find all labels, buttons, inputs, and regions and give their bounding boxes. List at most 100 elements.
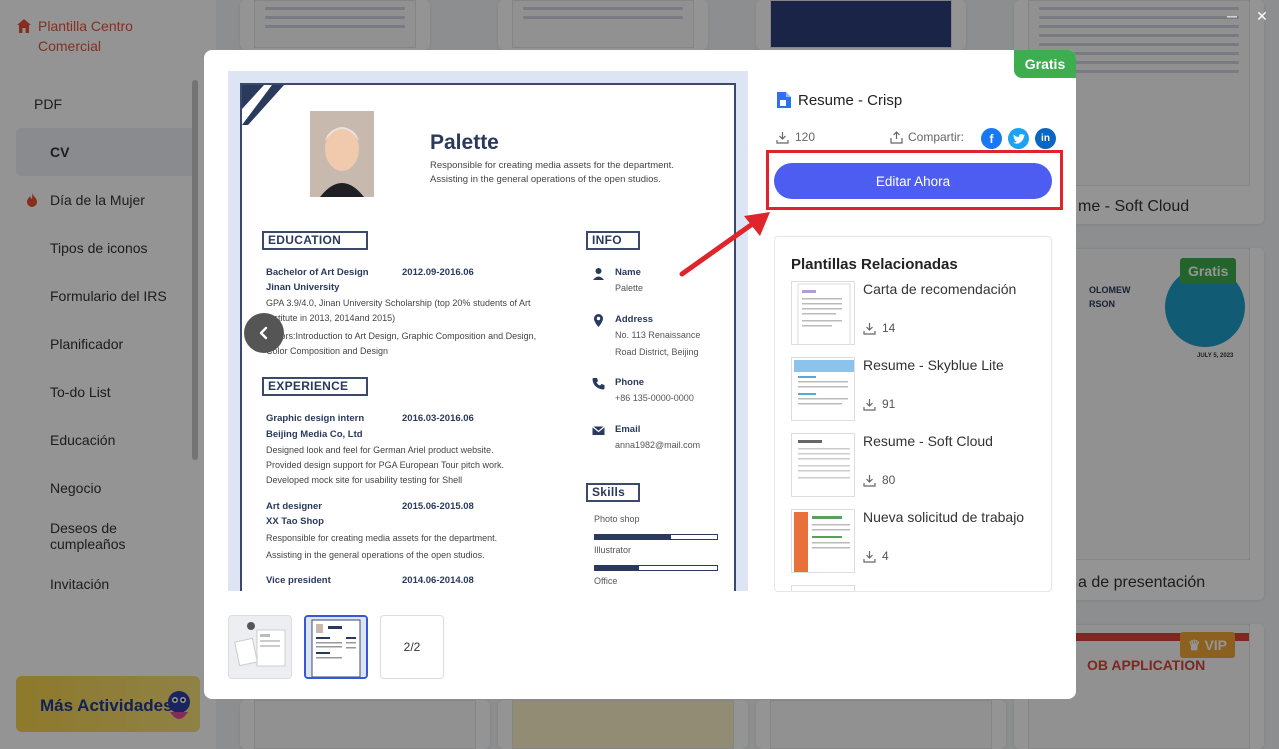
download-icon: [776, 131, 789, 144]
skill-bar-fill: [595, 566, 639, 570]
info-email-value: anna1982@mail.com: [615, 440, 701, 450]
exp2-dates: 2015.06-2015.08: [402, 501, 474, 512]
related-count-value: 4: [882, 549, 889, 563]
location-icon: [594, 314, 603, 327]
related-thumbnail: [791, 281, 855, 345]
app-root: Plantilla Centro Comercial PDF CV Día de…: [0, 0, 1279, 749]
phone-icon: [592, 378, 605, 390]
exp1-details: Designed look and feel for German Ariel …: [266, 443, 566, 488]
window-close-icon[interactable]: ✕: [1252, 8, 1272, 25]
skill-bar: [594, 534, 718, 540]
exp2-details: Responsible for creating media assets fo…: [266, 531, 566, 563]
education-heading: EDUCATION: [262, 231, 368, 250]
exp2-company: XX Tao Shop: [266, 516, 324, 527]
exp3-dates: 2014.06-2014.08: [402, 575, 474, 586]
exp1-title: Graphic design intern: [266, 413, 365, 424]
experience-heading: EXPERIENCE: [262, 377, 368, 396]
exp1-company: Beijing Media Co, Ltd: [266, 429, 363, 440]
facebook-icon[interactable]: f: [981, 128, 1002, 149]
related-item[interactable]: Resume - Soft Cloud 80: [791, 433, 1041, 497]
related-title: Plantillas Relacionadas: [791, 256, 958, 273]
previous-button[interactable]: [244, 313, 284, 353]
edu-line: Majors:Introduction to Art Design, Graph…: [266, 331, 537, 341]
related-name: Carta de recomendación: [863, 281, 1017, 297]
info-phone-value: +86 135-0000-0000: [615, 393, 694, 403]
related-thumbnail: [791, 433, 855, 497]
template-header: Resume - Crisp: [776, 91, 902, 109]
resume-summary-line: Responsible for creating media assets fo…: [430, 160, 674, 171]
skill-name: Photo shop: [594, 514, 640, 524]
red-arrow-icon: [679, 212, 770, 277]
related-count-value: 14: [882, 321, 896, 335]
edu-line: GPA 3.9/4.0, Jinan University Scholarshi…: [266, 298, 531, 308]
exp-line: Designed look and feel for German Ariel …: [266, 445, 494, 455]
info-name-label: Name: [615, 267, 641, 278]
minimize-icon[interactable]: ─: [1222, 8, 1242, 24]
edu-line: Color Composition and Design: [266, 346, 389, 356]
info-heading: INFO: [586, 231, 640, 250]
exp1-dates: 2016.03-2016.06: [402, 413, 474, 424]
highlight-box: [766, 150, 1063, 210]
related-item[interactable]: [791, 585, 1041, 591]
thumbnail-page-2[interactable]: [304, 615, 368, 679]
related-item[interactable]: Carta de recomendación 14: [791, 281, 1041, 345]
info-name-value: Palette: [615, 283, 644, 293]
document-icon: [777, 92, 791, 108]
skill-name: Illustrator: [594, 545, 632, 555]
close-icon[interactable]: [886, 53, 906, 73]
profile-photo: [310, 111, 374, 197]
chevron-left-icon: [259, 326, 268, 340]
corner-decoration-icon: [242, 85, 284, 125]
twitter-icon[interactable]: [1008, 128, 1029, 149]
download-icon: [863, 398, 876, 411]
skill-name: Office: [594, 576, 618, 586]
info-address-label: Address: [615, 314, 654, 325]
exp-line: Developed mock site for usability testin…: [266, 475, 463, 485]
thumbnail-page-1[interactable]: [228, 615, 292, 679]
related-count: 4: [863, 549, 889, 563]
page-indicator[interactable]: 2/2: [380, 615, 444, 679]
related-name: Resume - Soft Cloud: [863, 433, 993, 449]
download-icon: [863, 550, 876, 563]
download-icon: [863, 474, 876, 487]
linkedin-icon[interactable]: in: [1035, 128, 1056, 149]
related-count: 14: [863, 321, 895, 335]
info-email-label: Email: [615, 424, 641, 435]
info-address-value: No. 113 Renaissance Road District, Beiji…: [615, 327, 700, 361]
share-label: Compartir:: [908, 130, 965, 144]
exp3-title: Vice president: [266, 575, 331, 586]
info-phone-label: Phone: [615, 377, 645, 388]
related-item[interactable]: Resume - Skyblue Lite 91: [791, 357, 1041, 421]
related-count-value: 91: [882, 397, 896, 411]
related-item[interactable]: Nueva solicitud de trabajo 4: [791, 509, 1041, 573]
related-name: Nueva solicitud de trabajo: [863, 509, 1025, 525]
related-thumbnail: [791, 357, 855, 421]
skill-bar-fill: [595, 535, 671, 539]
download-count: 120: [776, 130, 815, 144]
exp-line: Responsible for creating media assets fo…: [266, 533, 498, 543]
related-name: Resume - Skyblue Lite: [863, 357, 1004, 373]
resume-summary: Responsible for creating media assets fo…: [430, 159, 690, 187]
edu-details: GPA 3.9/4.0, Jinan University Scholarshi…: [266, 296, 566, 359]
template-preview-modal: Palette Responsible for creating media a…: [204, 50, 1076, 699]
share-section: Compartir:: [890, 130, 964, 144]
related-templates-panel: Plantillas Relacionadas Carta de recomen…: [774, 236, 1052, 592]
exp-line: Assisting in the general operations of t…: [266, 550, 485, 560]
mail-icon: [592, 426, 605, 435]
skills-heading: Skills: [586, 483, 640, 502]
gratis-badge: Gratis: [1014, 50, 1076, 78]
exp-line: Provided design support for PGA European…: [266, 460, 504, 470]
person-icon: [593, 268, 604, 280]
edu-degree: Bachelor of Art Design: [266, 267, 369, 278]
skill-bar: [594, 565, 718, 571]
template-title: Resume - Crisp: [798, 91, 903, 109]
resume-name: Palette: [430, 131, 499, 154]
page-thumbnails: 2/2: [228, 615, 444, 679]
info-address-line: Road District, Beijing: [615, 347, 699, 357]
related-thumbnail: [791, 509, 855, 573]
download-count-value: 120: [795, 130, 816, 144]
download-icon: [863, 322, 876, 335]
preview-pane: Palette Responsible for creating media a…: [228, 71, 748, 591]
resume-preview: Palette Responsible for creating media a…: [240, 83, 736, 591]
related-thumbnail: [791, 585, 855, 591]
